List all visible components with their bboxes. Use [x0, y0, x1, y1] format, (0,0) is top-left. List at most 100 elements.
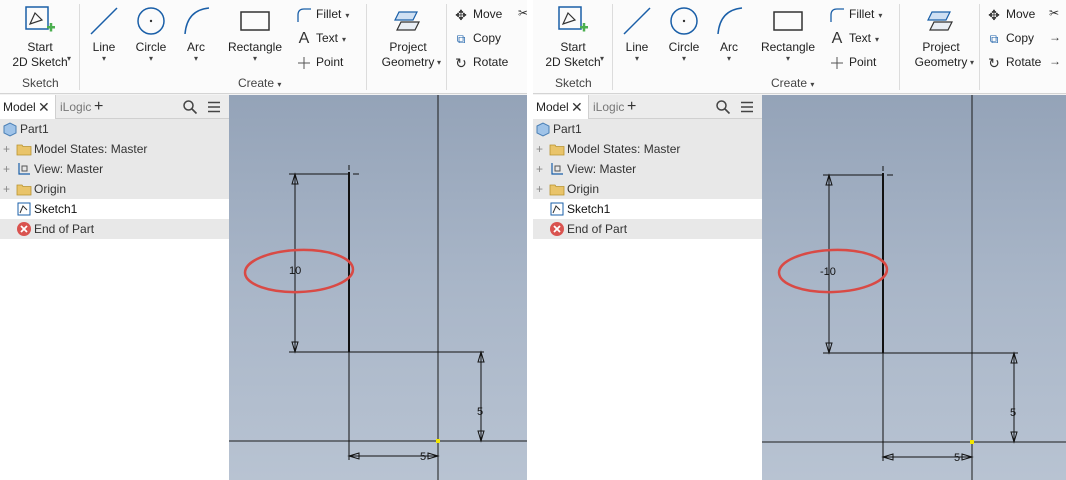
fillet-button[interactable]: Fillet ▾	[296, 4, 349, 24]
trim-icon[interactable]: ✂	[518, 6, 527, 20]
move-button[interactable]: ✥ Move	[453, 4, 502, 24]
tree-label: View: Master	[34, 162, 104, 176]
tree-node-end-of-part[interactable]: End of Part	[0, 219, 229, 239]
ribbon-separator	[612, 4, 613, 90]
text-button[interactable]: A Text ▾	[296, 28, 346, 48]
split-icon[interactable]: →	[1049, 54, 1061, 68]
project-geometry-button[interactable]: Project Geometry	[909, 4, 973, 70]
chevron-down-icon[interactable]: ▾	[600, 54, 604, 63]
add-tab-icon[interactable]: +	[627, 99, 643, 115]
tree-node-origin[interactable]: + Origin	[0, 179, 229, 199]
start-sketch-label-2: 2D Sketch	[12, 55, 68, 69]
project-geometry-label-2: Geometry	[381, 55, 435, 69]
tree-node-end-of-part[interactable]: End of Part	[533, 219, 762, 239]
point-icon	[831, 56, 843, 69]
circle-button[interactable]: Circle ▾	[664, 4, 704, 63]
vertical-dimension-text[interactable]: 10	[289, 265, 301, 277]
panel-label-create[interactable]: Create ▾	[771, 76, 814, 90]
origin-point[interactable]	[970, 440, 974, 444]
tree-label: Model States: Master	[567, 142, 681, 156]
start-2d-sketch-button[interactable]: Start 2D Sketch	[543, 4, 603, 70]
tab-ilogic[interactable]: iLogic	[60, 95, 91, 119]
close-icon[interactable]: ✕	[38, 99, 54, 115]
chevron-down-icon[interactable]: ▾	[970, 58, 974, 67]
right-dimension-text[interactable]: 5	[1010, 407, 1016, 419]
point-button[interactable]: Point	[296, 52, 343, 72]
expand-icon[interactable]: +	[3, 159, 10, 179]
rectangle-label: Rectangle	[227, 40, 283, 54]
tree-node-sketch[interactable]: Sketch1	[533, 199, 762, 219]
view-icon	[18, 163, 30, 175]
start-2d-sketch-button[interactable]: Start 2D Sketch	[10, 4, 70, 70]
folder-icon	[549, 184, 565, 196]
search-icon[interactable]	[715, 99, 731, 115]
menu-icon[interactable]	[206, 99, 222, 115]
tree-node-view[interactable]: + View: Master	[533, 159, 762, 179]
tab-model-label: Model	[3, 100, 36, 114]
tree-node-model-states[interactable]: + Model States: Master	[533, 139, 762, 159]
tree-node-sketch[interactable]: Sketch1	[0, 199, 229, 219]
tab-ilogic[interactable]: iLogic	[593, 95, 624, 119]
move-button[interactable]: ✥ Move	[986, 4, 1035, 24]
arc-label: Arc	[720, 40, 738, 54]
search-icon[interactable]	[182, 99, 198, 115]
chevron-down-icon[interactable]: ▾	[67, 54, 71, 63]
rotate-button[interactable]: ↻ Rotate	[986, 52, 1041, 72]
copy-button[interactable]: ⧉ Copy	[453, 28, 501, 48]
add-tab-icon[interactable]: +	[94, 99, 110, 115]
copy-icon: ⧉	[456, 31, 466, 46]
extend-icon[interactable]: →	[1049, 30, 1061, 44]
expand-icon[interactable]: +	[536, 179, 543, 199]
vertical-dimension-text[interactable]: -10	[820, 266, 836, 278]
rotate-icon: ↻	[988, 54, 1000, 71]
project-geometry-button[interactable]: Project Geometry	[376, 4, 440, 70]
fillet-button[interactable]: Fillet ▾	[829, 4, 882, 24]
panel-label-create[interactable]: Create ▾	[238, 76, 281, 90]
tree-label: Origin	[34, 182, 67, 196]
sketch-canvas[interactable]: -10 5 5	[762, 95, 1066, 480]
rectangle-button[interactable]: Rectangle ▾	[224, 4, 286, 63]
move-icon: ✥	[455, 6, 467, 23]
chevron-down-icon: ▾	[277, 80, 282, 89]
bottom-dimension-text[interactable]: 5	[420, 451, 426, 463]
expand-icon[interactable]: +	[3, 139, 10, 159]
circle-button[interactable]: Circle ▾	[131, 4, 171, 63]
close-icon[interactable]: ✕	[571, 99, 587, 115]
tree-node-view[interactable]: + View: Master	[0, 159, 229, 179]
tree-node-model-states[interactable]: + Model States: Master	[0, 139, 229, 159]
expand-icon[interactable]: +	[536, 159, 543, 179]
trim-icon[interactable]: ✂	[1049, 6, 1059, 20]
text-button[interactable]: A Text ▾	[829, 28, 879, 48]
chevron-down-icon: ▾	[878, 11, 883, 20]
tree-label: End of Part	[567, 222, 628, 236]
line-button[interactable]: Line ▾	[617, 4, 657, 63]
bottom-dimension-text[interactable]: 5	[954, 452, 960, 464]
origin-point[interactable]	[436, 439, 440, 443]
tree-label: Sketch1	[567, 202, 611, 216]
arc-button[interactable]: Arc ▾	[711, 4, 747, 63]
menu-icon[interactable]	[739, 99, 755, 115]
rectangle-button[interactable]: Rectangle ▾	[757, 4, 819, 63]
point-icon	[298, 56, 310, 69]
chevron-down-icon[interactable]: ▾	[437, 58, 441, 67]
arc-button[interactable]: Arc ▾	[178, 4, 214, 63]
tree-node-part[interactable]: Part1	[0, 119, 229, 139]
expand-icon[interactable]: +	[536, 139, 543, 159]
rotate-button[interactable]: ↻ Rotate	[453, 52, 508, 72]
folder-icon	[549, 144, 565, 156]
ribbon-separator	[979, 4, 980, 90]
rectangle-icon	[773, 11, 803, 31]
expand-icon[interactable]: +	[3, 179, 10, 199]
sketch-icon	[17, 202, 31, 216]
copy-button[interactable]: ⧉ Copy	[986, 28, 1034, 48]
line-button[interactable]: Line ▾	[84, 4, 124, 63]
ribbon-separator	[366, 4, 367, 90]
tree-node-origin[interactable]: + Origin	[533, 179, 762, 199]
right-screenshot: Start 2D Sketch ▾ Sketch Line ▾ Circle ▾…	[533, 0, 1066, 480]
folder-icon	[16, 144, 32, 156]
sketch-canvas[interactable]: 10 5 5	[229, 95, 527, 480]
right-dimension-text[interactable]: 5	[477, 406, 483, 418]
sketch-drawing: -10 5 5	[762, 95, 1066, 480]
tree-node-part[interactable]: Part1	[533, 119, 762, 139]
point-button[interactable]: Point	[829, 52, 876, 72]
